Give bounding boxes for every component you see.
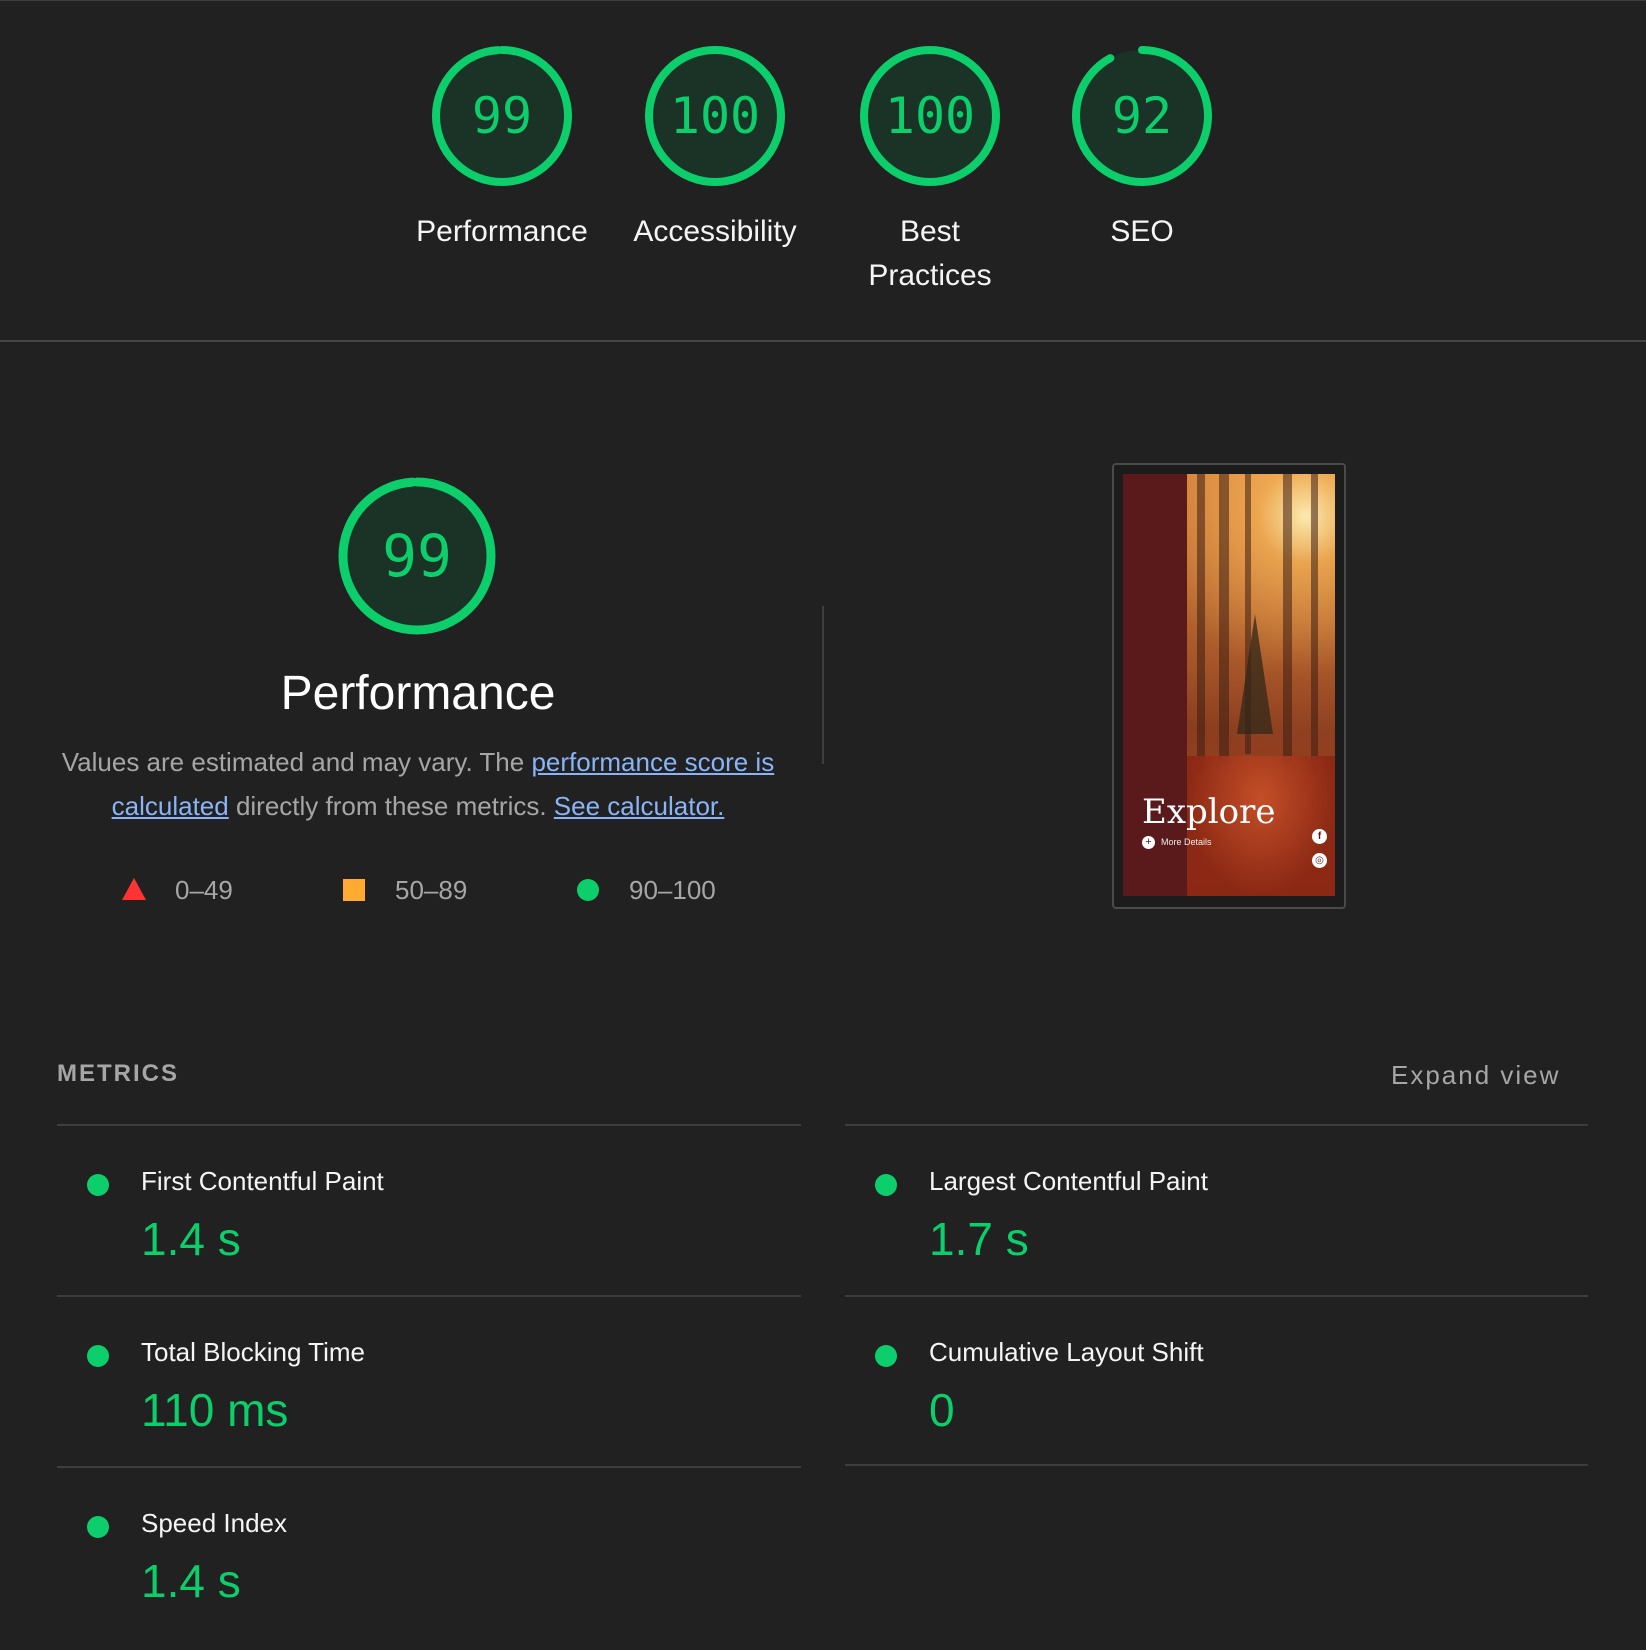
- metric-speed-index: Speed Index 1.4 s: [57, 1490, 757, 1650]
- metric-divider: [57, 1295, 801, 1297]
- tree-trunk: [1197, 474, 1205, 774]
- screenshot-image: Explore + More Details f ◎: [1123, 474, 1335, 896]
- gauge-label: Best Practices: [868, 215, 992, 292]
- circle-icon: [577, 879, 599, 901]
- gauge-ring: 100: [858, 44, 1002, 188]
- pass-circle-icon: [87, 1345, 109, 1367]
- metric-first-contentful-paint: First Contentful Paint 1.4 s: [57, 1148, 757, 1308]
- legend-range: 0–49: [175, 875, 233, 905]
- description-text: Values are estimated and may vary. The: [61, 747, 532, 777]
- gauge-ring: 100: [643, 44, 787, 188]
- gauge-score: 100: [884, 87, 976, 145]
- top-border: [0, 0, 1646, 1]
- metric-value: 110 ms: [141, 1384, 289, 1436]
- tree-trunk: [1283, 474, 1292, 764]
- metric-total-blocking-time: Total Blocking Time 110 ms: [57, 1319, 757, 1479]
- plus-icon: +: [1142, 836, 1155, 849]
- gauge-score: 92: [1111, 87, 1173, 145]
- pass-circle-icon: [87, 1174, 109, 1196]
- metric-divider: [845, 1124, 1588, 1126]
- pine-tree: [1237, 614, 1273, 734]
- metric-value: 1.7 s: [929, 1213, 1029, 1265]
- performance-gauge: 99: [337, 476, 497, 636]
- performance-title: Performance: [280, 667, 556, 720]
- gauge-performance[interactable]: 99 Performance: [392, 44, 612, 254]
- metric-name: Largest Contentful Paint: [929, 1166, 1208, 1196]
- expand-view-button[interactable]: Expand view: [1391, 1060, 1560, 1091]
- facebook-icon: f: [1312, 829, 1327, 844]
- metric-name: Total Blocking Time: [141, 1337, 365, 1367]
- metric-cumulative-layout-shift: Cumulative Layout Shift 0: [845, 1319, 1545, 1479]
- more-details-label: More Details: [1161, 836, 1212, 847]
- performance-description: Values are estimated and may vary. The p…: [58, 740, 778, 828]
- gauge-seo[interactable]: 92 SEO: [1032, 44, 1252, 254]
- gauge-accessibility[interactable]: 100 Accessibility: [605, 44, 825, 254]
- gauge-label: Performance: [416, 215, 588, 248]
- metric-name: Speed Index: [141, 1508, 288, 1538]
- gauge-label: SEO: [1110, 215, 1174, 248]
- metric-divider: [57, 1124, 801, 1126]
- gauge-best-practices[interactable]: 100 Best Practices: [819, 44, 1041, 298]
- score-legend: 0–49 50–89 90–100: [0, 870, 836, 910]
- metric-divider: [845, 1464, 1588, 1466]
- pass-circle-icon: [87, 1516, 109, 1538]
- gauge-score: 100: [669, 87, 761, 145]
- section-divider: [0, 340, 1646, 342]
- metric-largest-contentful-paint: Largest Contentful Paint 1.7 s: [845, 1148, 1545, 1308]
- metric-name: Cumulative Layout Shift: [929, 1337, 1204, 1367]
- more-details: + More Details: [1142, 836, 1212, 849]
- metric-value: 0: [929, 1384, 955, 1436]
- gauge-score: 99: [471, 87, 533, 145]
- performance-score: 99: [382, 522, 452, 590]
- gauge-ring: 99: [430, 44, 574, 188]
- triangle-icon: [122, 878, 146, 900]
- screenshot-heading: Explore: [1142, 792, 1276, 832]
- legend-range: 50–89: [395, 875, 468, 905]
- legend-range: 90–100: [629, 875, 716, 905]
- metric-divider: [57, 1466, 801, 1468]
- gauge-label: Accessibility: [633, 215, 797, 248]
- metric-name: First Contentful Paint: [141, 1166, 384, 1196]
- tree-trunk: [1311, 474, 1318, 774]
- square-icon: [343, 879, 365, 901]
- vertical-divider: [822, 606, 824, 764]
- pass-circle-icon: [875, 1174, 897, 1196]
- instagram-icon: ◎: [1312, 853, 1327, 868]
- tree-trunk: [1219, 474, 1229, 764]
- pass-circle-icon: [875, 1345, 897, 1367]
- gauge-ring: 92: [1070, 44, 1214, 188]
- final-screenshot[interactable]: Explore + More Details f ◎: [1112, 463, 1346, 909]
- metric-value: 1.4 s: [141, 1555, 241, 1607]
- metric-value: 1.4 s: [141, 1213, 241, 1265]
- metrics-heading: METRICS: [57, 1060, 179, 1087]
- metric-divider: [845, 1295, 1588, 1297]
- description-text: directly from these metrics.: [228, 791, 554, 821]
- see-calculator-link[interactable]: See calculator.: [554, 791, 725, 821]
